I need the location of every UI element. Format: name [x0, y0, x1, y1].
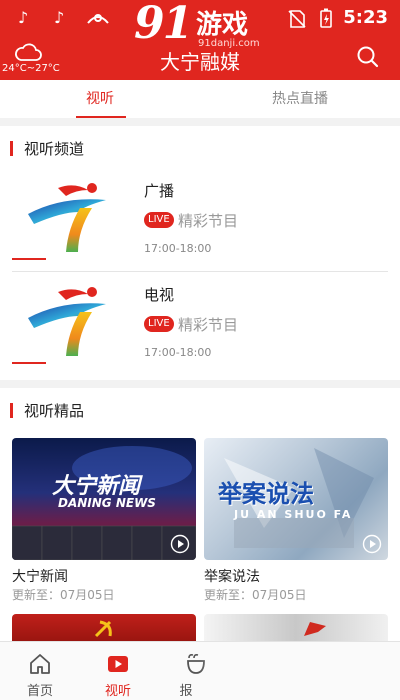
bottom-navigation: 首页 视听 报: [0, 641, 400, 700]
program-card-legal-case[interactable]: 举案说法 JU AN SHUO FA 举案说法 更新至：07月05日: [204, 438, 388, 608]
section-accent-bar: [10, 141, 13, 156]
play-icon: [108, 656, 128, 672]
program-update-date: 更新至：07月05日: [204, 588, 307, 602]
tab-hot-live[interactable]: 热点直播: [254, 80, 346, 118]
channels-section: 视听频道 广播 LIVE 精彩节目 17:00-18:00 电视 LIVE 精彩…: [0, 126, 400, 380]
live-badge: LIVE: [144, 316, 174, 332]
section-accent-bar: [10, 403, 13, 418]
tab-audiovisual[interactable]: 视听: [60, 80, 140, 118]
live-badge: LIVE: [144, 212, 174, 228]
channel-name: 广播: [144, 182, 175, 200]
watermark-number: 91: [134, 0, 193, 49]
play-icon[interactable]: [362, 534, 382, 554]
channel-logo: [28, 287, 106, 356]
channel-description: 精彩节目: [178, 316, 239, 334]
program-card-daning-news[interactable]: 大宁新闻 DANING NEWS 大宁新闻 更新至：07月05日: [12, 438, 196, 608]
channel-name: 电视: [144, 286, 175, 304]
channel-accent-line: [12, 258, 46, 260]
party-emblem-icon: [94, 620, 112, 638]
watermark-text: 游戏: [196, 10, 249, 40]
thumbnail-subtitle: DANING NEWS: [58, 496, 156, 510]
status-bar: ♪ ♪ 91 游戏 91danji.com 5:23: [0, 0, 400, 49]
play-icon[interactable]: [170, 534, 190, 554]
channel-logo: [28, 183, 106, 252]
channel-time: 17:00-18:00: [144, 346, 212, 359]
channel-item-tv[interactable]: 电视 LIVE 精彩节目 17:00-18:00: [0, 274, 400, 378]
nav-item-home[interactable]: 首页: [0, 642, 80, 700]
watermark-overlay: [200, 646, 400, 698]
watermark-logo: 91 游戏 91danji.com: [134, 0, 284, 50]
channel-time: 17:00-18:00: [144, 242, 212, 255]
search-icon[interactable]: [356, 45, 380, 69]
program-update-date: 更新至：07月05日: [12, 588, 115, 602]
flag-icon: [304, 622, 326, 636]
tiktok-icon: ♪: [18, 8, 29, 27]
page-title: 大宁融媒: [160, 50, 240, 74]
divider: [12, 271, 388, 272]
app-notification-icon: [87, 14, 109, 24]
home-icon: [30, 654, 50, 674]
channel-item-radio[interactable]: 广播 LIVE 精彩节目 17:00-18:00: [0, 170, 400, 274]
thumbnail-title: 举案说法: [218, 480, 314, 508]
program-title: 大宁新闻: [12, 569, 68, 585]
thumbnail-subtitle: JU AN SHUO FA: [234, 508, 353, 521]
channel-accent-line: [12, 362, 46, 364]
program-thumbnail: 举案说法 JU AN SHUO FA: [204, 438, 388, 560]
section-title: 视听频道: [24, 140, 85, 158]
featured-section: 视听精品 大宁新闻 DANING NEWS 大宁新闻 更新至：07月05日 举案…: [0, 388, 400, 641]
status-time: 5:23: [343, 7, 388, 28]
tiktok-icon: ♪: [54, 8, 65, 27]
no-sim-icon: [288, 10, 306, 28]
program-card-partial[interactable]: [204, 614, 388, 641]
program-card-partial[interactable]: [12, 614, 196, 641]
program-title: 举案说法: [204, 569, 260, 585]
battery-icon: [320, 8, 332, 28]
channel-description: 精彩节目: [178, 212, 239, 230]
app-header: ♪ ♪ 91 游戏 91danji.com 5:23 24°C~27°C 大宁融…: [0, 0, 400, 80]
active-tab-indicator: [76, 116, 126, 118]
nav-label: 首页: [26, 684, 53, 699]
content-tabs: 视听 热点直播: [0, 80, 400, 118]
app-screen: ♪ ♪ 91 游戏 91danji.com 5:23 24°C~27°C 大宁融…: [0, 0, 400, 700]
program-thumbnail: 大宁新闻 DANING NEWS: [12, 438, 196, 560]
section-title: 视听精品: [24, 402, 85, 420]
